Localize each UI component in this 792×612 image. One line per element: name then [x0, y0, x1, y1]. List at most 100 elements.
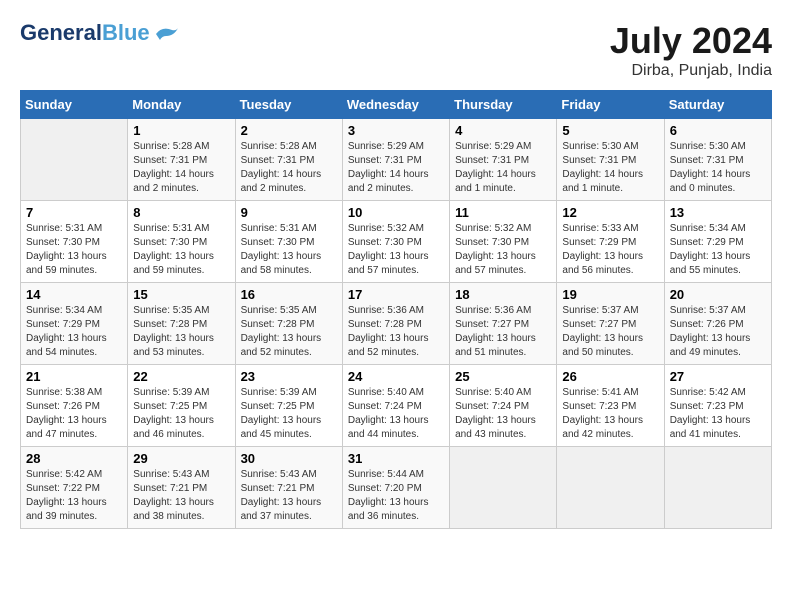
day-number: 7: [26, 205, 122, 220]
calendar-cell: 13 Sunrise: 5:34 AMSunset: 7:29 PMDayligh…: [664, 201, 771, 283]
day-info: Sunrise: 5:39 AMSunset: 7:25 PMDaylight:…: [241, 386, 337, 442]
calendar-cell: 25 Sunrise: 5:40 AMSunset: 7:24 PMDayligh…: [450, 365, 557, 447]
logo-bird-icon: [152, 22, 180, 44]
header-wednesday: Wednesday: [342, 91, 449, 119]
day-number: 8: [133, 205, 229, 220]
calendar-cell: 29 Sunrise: 5:43 AMSunset: 7:21 PMDayligh…: [128, 447, 235, 529]
calendar-cell: 2Sunrise: 5:28 AMSunset: 7:31 PMDaylight…: [235, 119, 342, 201]
page-header: GeneralBlue July 2024 Dirba, Punjab, Ind…: [20, 20, 772, 80]
day-info: Sunrise: 5:31 AMSunset: 7:30 PMDaylight:…: [241, 222, 337, 278]
day-number: 25: [455, 369, 551, 384]
day-info: Sunrise: 5:38 AMSunset: 7:26 PMDaylight:…: [26, 386, 122, 442]
day-info: Sunrise: 5:29 AMSunset: 7:31 PMDaylight:…: [455, 140, 551, 196]
day-info: Sunrise: 5:28 AMSunset: 7:31 PMDaylight:…: [241, 140, 337, 196]
calendar-cell: 10 Sunrise: 5:32 AMSunset: 7:30 PMDayligh…: [342, 201, 449, 283]
calendar-cell: 15 Sunrise: 5:35 AMSunset: 7:28 PMDayligh…: [128, 283, 235, 365]
day-number: 22: [133, 369, 229, 384]
title-section: July 2024 Dirba, Punjab, India: [610, 20, 772, 80]
day-info: Sunrise: 5:42 AMSunset: 7:23 PMDaylight:…: [670, 386, 766, 442]
day-info: Sunrise: 5:35 AMSunset: 7:28 PMDaylight:…: [241, 304, 337, 360]
calendar-week-row: 7 Sunrise: 5:31 AMSunset: 7:30 PMDaylight…: [21, 201, 772, 283]
calendar-cell: 20 Sunrise: 5:37 AMSunset: 7:26 PMDayligh…: [664, 283, 771, 365]
day-number: 10: [348, 205, 444, 220]
day-number: 23: [241, 369, 337, 384]
calendar-cell: 11 Sunrise: 5:32 AMSunset: 7:30 PMDayligh…: [450, 201, 557, 283]
calendar-cell: 1 Sunrise: 5:28 AMSunset: 7:31 PMDaylight…: [128, 119, 235, 201]
calendar-cell: [557, 447, 664, 529]
calendar-week-row: 28Sunrise: 5:42 AMSunset: 7:22 PMDayligh…: [21, 447, 772, 529]
header-sunday: Sunday: [21, 91, 128, 119]
calendar-cell: 30 Sunrise: 5:43 AMSunset: 7:21 PMDayligh…: [235, 447, 342, 529]
day-info: Sunrise: 5:43 AMSunset: 7:21 PMDaylight:…: [133, 468, 229, 524]
day-info: Sunrise: 5:32 AMSunset: 7:30 PMDaylight:…: [455, 222, 551, 278]
calendar-cell: 26Sunrise: 5:41 AMSunset: 7:23 PMDayligh…: [557, 365, 664, 447]
day-number: 30: [241, 451, 337, 466]
calendar-cell: 7 Sunrise: 5:31 AMSunset: 7:30 PMDaylight…: [21, 201, 128, 283]
day-info: Sunrise: 5:43 AMSunset: 7:21 PMDaylight:…: [241, 468, 337, 524]
day-number: 12: [562, 205, 658, 220]
day-number: 26: [562, 369, 658, 384]
calendar-cell: 16 Sunrise: 5:35 AMSunset: 7:28 PMDayligh…: [235, 283, 342, 365]
day-info: Sunrise: 5:31 AMSunset: 7:30 PMDaylight:…: [133, 222, 229, 278]
calendar-cell: 6Sunrise: 5:30 AMSunset: 7:31 PMDaylight…: [664, 119, 771, 201]
calendar-cell: 31Sunrise: 5:44 AMSunset: 7:20 PMDayligh…: [342, 447, 449, 529]
calendar-cell: 19Sunrise: 5:37 AMSunset: 7:27 PMDayligh…: [557, 283, 664, 365]
calendar-cell: 14 Sunrise: 5:34 AMSunset: 7:29 PMDayligh…: [21, 283, 128, 365]
calendar-cell: 17Sunrise: 5:36 AMSunset: 7:28 PMDayligh…: [342, 283, 449, 365]
header-tuesday: Tuesday: [235, 91, 342, 119]
calendar-cell: 27 Sunrise: 5:42 AMSunset: 7:23 PMDayligh…: [664, 365, 771, 447]
day-number: 11: [455, 205, 551, 220]
calendar-header-row: SundayMondayTuesdayWednesdayThursdayFrid…: [21, 91, 772, 119]
day-info: Sunrise: 5:37 AMSunset: 7:27 PMDaylight:…: [562, 304, 658, 360]
calendar-cell: 12 Sunrise: 5:33 AMSunset: 7:29 PMDayligh…: [557, 201, 664, 283]
day-number: 9: [241, 205, 337, 220]
calendar-week-row: 21 Sunrise: 5:38 AMSunset: 7:26 PMDayligh…: [21, 365, 772, 447]
day-info: Sunrise: 5:34 AMSunset: 7:29 PMDaylight:…: [670, 222, 766, 278]
header-monday: Monday: [128, 91, 235, 119]
day-number: 27: [670, 369, 766, 384]
day-number: 16: [241, 287, 337, 302]
header-friday: Friday: [557, 91, 664, 119]
header-thursday: Thursday: [450, 91, 557, 119]
day-info: Sunrise: 5:35 AMSunset: 7:28 PMDaylight:…: [133, 304, 229, 360]
month-year-title: July 2024: [610, 20, 772, 62]
day-number: 5: [562, 123, 658, 138]
day-info: Sunrise: 5:31 AMSunset: 7:30 PMDaylight:…: [26, 222, 122, 278]
day-info: Sunrise: 5:30 AMSunset: 7:31 PMDaylight:…: [562, 140, 658, 196]
day-number: 4: [455, 123, 551, 138]
calendar-cell: 4 Sunrise: 5:29 AMSunset: 7:31 PMDaylight…: [450, 119, 557, 201]
day-info: Sunrise: 5:34 AMSunset: 7:29 PMDaylight:…: [26, 304, 122, 360]
day-number: 15: [133, 287, 229, 302]
day-number: 3: [348, 123, 444, 138]
day-info: Sunrise: 5:36 AMSunset: 7:27 PMDaylight:…: [455, 304, 551, 360]
calendar-cell: 21 Sunrise: 5:38 AMSunset: 7:26 PMDayligh…: [21, 365, 128, 447]
calendar-cell: 18 Sunrise: 5:36 AMSunset: 7:27 PMDayligh…: [450, 283, 557, 365]
day-number: 29: [133, 451, 229, 466]
day-number: 13: [670, 205, 766, 220]
calendar-cell: 9 Sunrise: 5:31 AMSunset: 7:30 PMDaylight…: [235, 201, 342, 283]
day-info: Sunrise: 5:30 AMSunset: 7:31 PMDaylight:…: [670, 140, 766, 196]
calendar-cell: 5 Sunrise: 5:30 AMSunset: 7:31 PMDaylight…: [557, 119, 664, 201]
day-info: Sunrise: 5:40 AMSunset: 7:24 PMDaylight:…: [455, 386, 551, 442]
day-number: 14: [26, 287, 122, 302]
day-number: 21: [26, 369, 122, 384]
day-info: Sunrise: 5:37 AMSunset: 7:26 PMDaylight:…: [670, 304, 766, 360]
day-number: 20: [670, 287, 766, 302]
calendar-cell: 22Sunrise: 5:39 AMSunset: 7:25 PMDayligh…: [128, 365, 235, 447]
day-number: 17: [348, 287, 444, 302]
day-info: Sunrise: 5:28 AMSunset: 7:31 PMDaylight:…: [133, 140, 229, 196]
calendar-cell: 8 Sunrise: 5:31 AMSunset: 7:30 PMDaylight…: [128, 201, 235, 283]
day-number: 1: [133, 123, 229, 138]
day-info: Sunrise: 5:33 AMSunset: 7:29 PMDaylight:…: [562, 222, 658, 278]
logo: GeneralBlue: [20, 20, 180, 46]
day-number: 18: [455, 287, 551, 302]
day-info: Sunrise: 5:29 AMSunset: 7:31 PMDaylight:…: [348, 140, 444, 196]
day-info: Sunrise: 5:42 AMSunset: 7:22 PMDaylight:…: [26, 468, 122, 524]
day-info: Sunrise: 5:32 AMSunset: 7:30 PMDaylight:…: [348, 222, 444, 278]
header-saturday: Saturday: [664, 91, 771, 119]
logo-text: GeneralBlue: [20, 20, 150, 46]
calendar-cell: 28Sunrise: 5:42 AMSunset: 7:22 PMDayligh…: [21, 447, 128, 529]
day-number: 24: [348, 369, 444, 384]
calendar-cell: [450, 447, 557, 529]
day-info: Sunrise: 5:40 AMSunset: 7:24 PMDaylight:…: [348, 386, 444, 442]
